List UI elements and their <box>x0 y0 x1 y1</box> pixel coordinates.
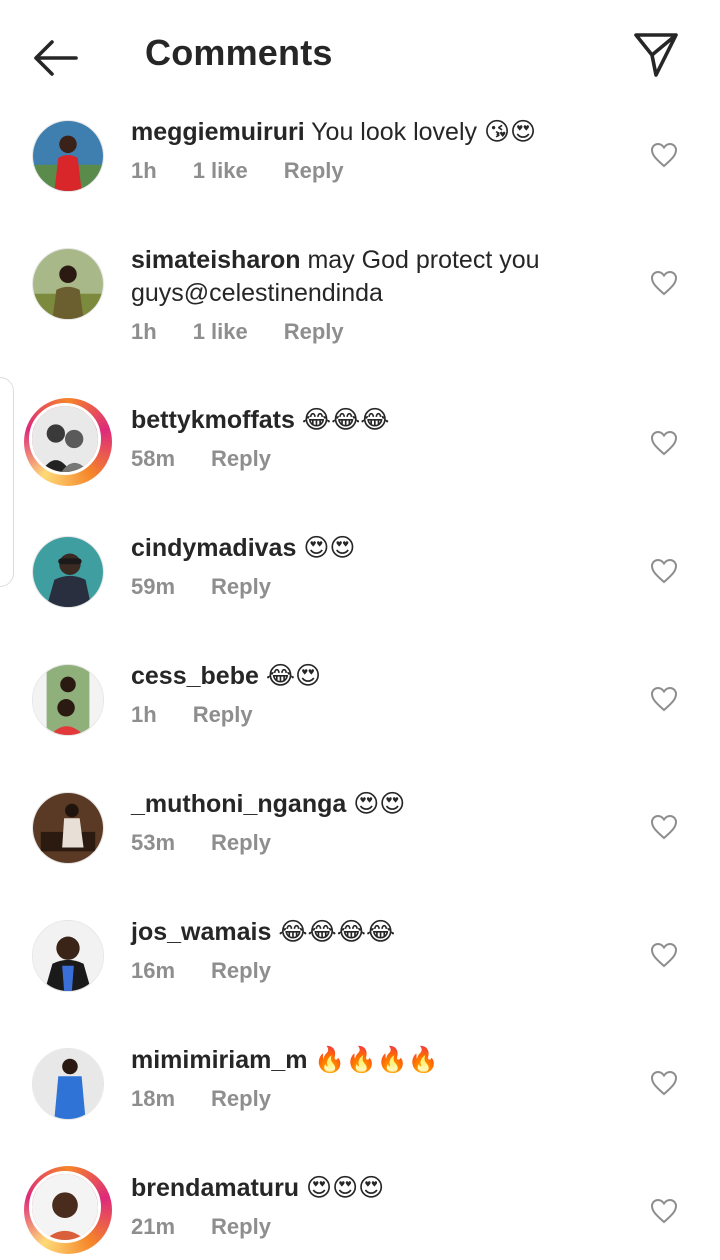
heart-icon <box>650 430 678 456</box>
comment-time: 18m <box>131 1086 176 1111</box>
page-title: Comments <box>145 32 333 73</box>
heart-icon <box>650 814 678 840</box>
avatar <box>29 1171 101 1243</box>
heart-icon <box>650 1198 678 1224</box>
comment-text: 😂😂😂😂 <box>278 918 396 946</box>
like-button[interactable] <box>650 270 678 296</box>
comment-text: 🔥🔥🔥🔥 <box>314 1046 439 1074</box>
avatar[interactable] <box>32 792 104 864</box>
comment-username[interactable]: meggiemuiruri <box>131 118 305 146</box>
comment-username[interactable]: _muthoni_nganga <box>131 790 346 818</box>
comment-time: 16m <box>131 958 176 983</box>
avatar[interactable] <box>32 920 104 992</box>
avatar-story-ring[interactable] <box>24 398 112 486</box>
comment-text: 😍😍😍 <box>306 1174 385 1202</box>
avatar <box>29 403 101 475</box>
reply-button[interactable]: Reply <box>211 446 271 471</box>
comment-item: _muthoni_nganga 😍😍 53m Reply <box>0 780 720 908</box>
reply-button[interactable]: Reply <box>211 958 271 983</box>
comment-username[interactable]: jos_wamais <box>131 918 271 946</box>
comment-item: simateisharon may God protect you guys@c… <box>0 236 720 396</box>
reply-button[interactable]: Reply <box>211 574 271 599</box>
comment-username[interactable]: brendamaturu <box>131 1174 299 1202</box>
back-button[interactable] <box>28 30 84 86</box>
comment-time: 59m <box>131 574 176 599</box>
comment-username[interactable]: cindymadivas <box>131 534 296 562</box>
heart-icon <box>650 558 678 584</box>
reply-button[interactable]: Reply <box>211 1214 271 1239</box>
comment-text: 😍😍 <box>353 790 406 818</box>
like-button[interactable] <box>650 142 678 168</box>
like-button[interactable] <box>650 942 678 968</box>
comment-text: 😍😍 <box>303 534 356 562</box>
comment-item: cindymadivas 😍😍 59m Reply <box>0 524 720 652</box>
reply-button[interactable]: Reply <box>193 702 253 727</box>
comment-list: meggiemuiruri You look lovely 😘😍 1h 1 lik… <box>0 108 720 1260</box>
like-button[interactable] <box>650 1198 678 1224</box>
comment-time: 53m <box>131 830 176 855</box>
avatar[interactable] <box>32 120 104 192</box>
comment-item: mimimiriam_m 🔥🔥🔥🔥 18m Reply <box>0 1036 720 1164</box>
comment-text: 😂😍 <box>265 662 322 690</box>
comment-username[interactable]: mimimiriam_m <box>131 1046 307 1074</box>
heart-icon <box>650 686 678 712</box>
comment-likes[interactable]: 1 like <box>193 158 248 183</box>
comment-username[interactable]: cess_bebe <box>131 662 259 690</box>
comment-item: jos_wamais 😂😂😂😂 16m Reply <box>0 908 720 1036</box>
comment-item: brendamaturu 😍😍😍 21m Reply <box>0 1164 720 1260</box>
heart-icon <box>650 1070 678 1096</box>
comment-text: 😂😂😂 <box>301 406 390 434</box>
like-button[interactable] <box>650 814 678 840</box>
avatar-story-ring[interactable] <box>24 1166 112 1254</box>
reply-button[interactable]: Reply <box>211 1086 271 1111</box>
heart-icon <box>650 270 678 296</box>
reply-button[interactable]: Reply <box>211 830 271 855</box>
comment-username[interactable]: bettykmoffats <box>131 406 295 434</box>
comment-time: 1h <box>131 319 157 344</box>
heart-icon <box>650 142 678 168</box>
share-button[interactable] <box>630 28 682 80</box>
comment-time: 21m <box>131 1214 176 1239</box>
comment-time: 1h <box>131 702 157 727</box>
comment-text: You look lovely 😘😍 <box>311 118 537 146</box>
like-button[interactable] <box>650 430 678 456</box>
arrow-left-icon <box>34 40 78 76</box>
avatar[interactable] <box>32 664 104 736</box>
paper-plane-icon <box>634 33 678 77</box>
like-button[interactable] <box>650 686 678 712</box>
comment-item: meggiemuiruri You look lovely 😘😍 1h 1 lik… <box>0 108 720 236</box>
reply-button[interactable]: Reply <box>284 319 344 344</box>
comment-item: bettykmoffats 😂😂😂 58m Reply <box>0 396 720 524</box>
like-button[interactable] <box>650 1070 678 1096</box>
comment-time: 1h <box>131 158 157 183</box>
comment-username[interactable]: simateisharon <box>131 246 301 274</box>
avatar[interactable] <box>32 248 104 320</box>
heart-icon <box>650 942 678 968</box>
comment-likes[interactable]: 1 like <box>193 319 248 344</box>
top-bar: Comments <box>0 0 720 108</box>
avatar[interactable] <box>32 1048 104 1120</box>
avatar[interactable] <box>32 536 104 608</box>
like-button[interactable] <box>650 558 678 584</box>
comment-item: cess_bebe 😂😍 1h Reply <box>0 652 720 780</box>
reply-button[interactable]: Reply <box>284 158 344 183</box>
comment-time: 58m <box>131 446 176 471</box>
